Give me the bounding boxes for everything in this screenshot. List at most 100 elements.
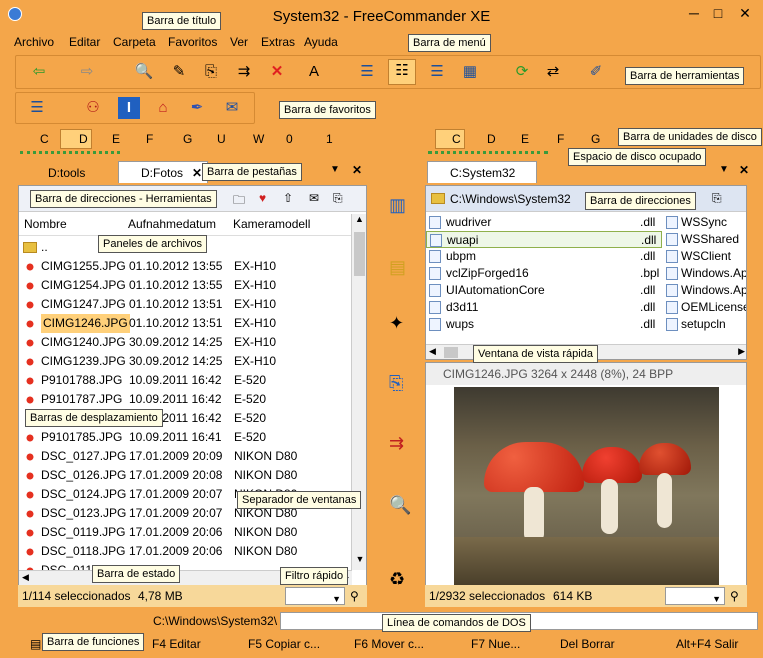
- filter-icon[interactable]: ⚲: [350, 585, 359, 607]
- list-item[interactable]: WSShared: [666, 231, 746, 248]
- pen-icon[interactable]: ✒: [186, 97, 208, 119]
- scroll-thumb[interactable]: [354, 232, 365, 276]
- table-row[interactable]: CIMG1240.JPG 30.09.2012 14:25 EX-H10: [19, 333, 352, 352]
- copy-icon[interactable]: ⎘: [200, 61, 222, 83]
- separator-move-icon[interactable]: ⇉: [389, 433, 404, 454]
- view-icon[interactable]: 🔍: [133, 61, 155, 83]
- col-model[interactable]: Kameramodell: [233, 214, 310, 234]
- drive-g[interactable]: G: [591, 132, 600, 146]
- list-item[interactable]: Windows.Ap: [666, 282, 746, 299]
- table-row[interactable]: DSC_0127.JPG 17.01.2009 20:09 NIKON D80: [19, 447, 352, 466]
- drive-e[interactable]: E: [112, 132, 120, 146]
- table-row[interactable]: CIMG1255.JPG 01.10.2012 13:55 EX-H10: [19, 257, 352, 276]
- separator-copy-icon[interactable]: ⎘: [389, 373, 403, 394]
- favorite-folder-icon[interactable]: ♥: [259, 191, 266, 205]
- bank-icon[interactable]: ⌂: [152, 97, 174, 119]
- minimize-button[interactable]: ─: [682, 3, 706, 23]
- panel-separator[interactable]: ▥ ▤ ✦ ⎘ ⇉ 🔍 ♻: [375, 185, 423, 615]
- list-item[interactable]: d3d11 .dll: [426, 299, 662, 316]
- tab-menu-icon[interactable]: ▼: [719, 164, 729, 175]
- refresh-icon[interactable]: ⟳: [511, 61, 533, 83]
- drive-d[interactable]: D: [60, 129, 92, 149]
- up-folder-icon[interactable]: ⇧: [283, 191, 293, 205]
- list-item[interactable]: wudriver .dll: [426, 214, 662, 231]
- table-row[interactable]: P9101788.JPG 10.09.2011 16:42 E-520: [19, 371, 352, 390]
- list-item[interactable]: wuapi .dll: [426, 231, 662, 248]
- drive-c[interactable]: C: [40, 132, 49, 146]
- table-row[interactable]: CIMG1254.JPG 01.10.2012 13:55 EX-H10: [19, 276, 352, 295]
- drive-c[interactable]: C: [435, 129, 465, 149]
- drive-f[interactable]: F: [557, 132, 564, 146]
- info-icon[interactable]: I: [118, 97, 140, 119]
- list-item[interactable]: ubpm .dll: [426, 248, 662, 265]
- address-path[interactable]: C:\Windows\System32: [450, 192, 571, 206]
- f6-move-button[interactable]: F6 Mover c...: [354, 635, 424, 653]
- drive-u[interactable]: U: [217, 132, 226, 146]
- alt-f4-exit-button[interactable]: Alt+F4 Salir: [676, 635, 738, 653]
- panel-close-icon[interactable]: ✕: [739, 163, 749, 177]
- tree-view-icon[interactable]: ☰: [356, 61, 378, 83]
- new-folder-icon[interactable]: ✉: [309, 191, 319, 205]
- menu-ayuda[interactable]: Ayuda: [304, 35, 338, 49]
- forward-icon[interactable]: ⇨: [76, 61, 98, 83]
- list-item[interactable]: UIAutomationCore .dll: [426, 282, 662, 299]
- menu-favoritos[interactable]: Favoritos: [168, 35, 217, 49]
- separator-panel-icon[interactable]: ▥: [389, 195, 406, 216]
- icons-view-icon[interactable]: ▦: [459, 61, 481, 83]
- separator-search-icon[interactable]: 🔍: [389, 495, 411, 516]
- tab-d-fotos[interactable]: D:Fotos ✕: [118, 161, 208, 183]
- thunderbird-icon[interactable]: ✉: [221, 97, 243, 119]
- separator-wand-icon[interactable]: ✦: [389, 313, 404, 334]
- recycle-bin-icon[interactable]: ♻: [389, 569, 405, 590]
- maximize-button[interactable]: □: [706, 3, 730, 23]
- move-icon[interactable]: ⇉: [233, 61, 255, 83]
- separator-notes-icon[interactable]: ▤: [389, 257, 406, 278]
- tab-menu-icon[interactable]: ▼: [330, 164, 340, 175]
- tab-d-tools[interactable]: D:tools: [26, 162, 116, 184]
- table-row[interactable]: P9101785.JPG 10.09.2011 16:41 E-520: [19, 428, 352, 447]
- delete-icon[interactable]: ✕: [266, 61, 288, 83]
- tab-c-system32[interactable]: C:System32: [427, 161, 537, 183]
- f7-new-button[interactable]: F7 Nue...: [471, 635, 520, 653]
- details-view-icon[interactable]: ☷: [388, 59, 416, 85]
- left-quick-filter[interactable]: ▼: [285, 587, 345, 605]
- sync-icon[interactable]: ⇄: [542, 61, 564, 83]
- table-row[interactable]: DSC_0118.JPG 17.01.2009 20:06 NIKON D80: [19, 542, 352, 561]
- scroll-thumb[interactable]: [444, 347, 458, 358]
- binoculars-icon[interactable]: ⚇: [82, 97, 104, 119]
- table-row[interactable]: DSC_0119.JPG 17.01.2009 20:06 NIKON D80: [19, 523, 352, 542]
- back-icon[interactable]: ⇦: [28, 61, 50, 83]
- drive-e[interactable]: E: [521, 132, 529, 146]
- f4-edit-button[interactable]: F4 Editar: [152, 635, 201, 653]
- drive-g[interactable]: G: [183, 132, 192, 146]
- notes-icon[interactable]: ✐: [585, 61, 607, 83]
- del-delete-button[interactable]: Del Borrar: [560, 635, 615, 653]
- menu-ver[interactable]: Ver: [230, 35, 248, 49]
- col-name[interactable]: Nombre: [24, 214, 67, 234]
- list-item[interactable]: Windows.Ap: [666, 265, 746, 282]
- drive-1[interactable]: 1: [326, 132, 333, 146]
- list-view-icon[interactable]: ☰: [426, 61, 448, 83]
- table-row[interactable]: CIMG1246.JPG 01.10.2012 13:51 EX-H10: [19, 314, 352, 333]
- copy-path-icon[interactable]: ⎘: [712, 191, 722, 206]
- right-quick-filter[interactable]: ▼: [665, 587, 725, 605]
- drive-d[interactable]: D: [487, 132, 496, 146]
- list-item[interactable]: WSSync: [666, 214, 746, 231]
- menu-carpeta[interactable]: Carpeta: [113, 35, 156, 49]
- f5-copy-button[interactable]: F5 Copiar c...: [248, 635, 320, 653]
- menu-extras[interactable]: Extras: [261, 35, 295, 49]
- panel-close-icon[interactable]: ✕: [352, 163, 362, 177]
- filter-icon[interactable]: ⚲: [730, 585, 739, 607]
- drive-w[interactable]: W: [253, 132, 264, 146]
- scroll-down-icon[interactable]: ▼: [352, 554, 366, 570]
- menu-archivo[interactable]: Archivo: [14, 35, 54, 49]
- chevron-down-icon[interactable]: ▼: [712, 588, 721, 610]
- drive-f[interactable]: F: [146, 132, 153, 146]
- table-row[interactable]: CIMG1247.JPG 01.10.2012 13:51 EX-H10: [19, 295, 352, 314]
- menu-editar[interactable]: Editar: [69, 35, 100, 49]
- scroll-right-icon[interactable]: ▶: [738, 346, 745, 357]
- table-row[interactable]: P9101787.JPG 10.09.2011 16:42 E-520: [19, 390, 352, 409]
- list-item[interactable]: OEMLicense: [666, 299, 746, 316]
- left-vertical-scrollbar[interactable]: ▲ ▼: [351, 214, 366, 570]
- scroll-up-icon[interactable]: ▲: [352, 214, 366, 230]
